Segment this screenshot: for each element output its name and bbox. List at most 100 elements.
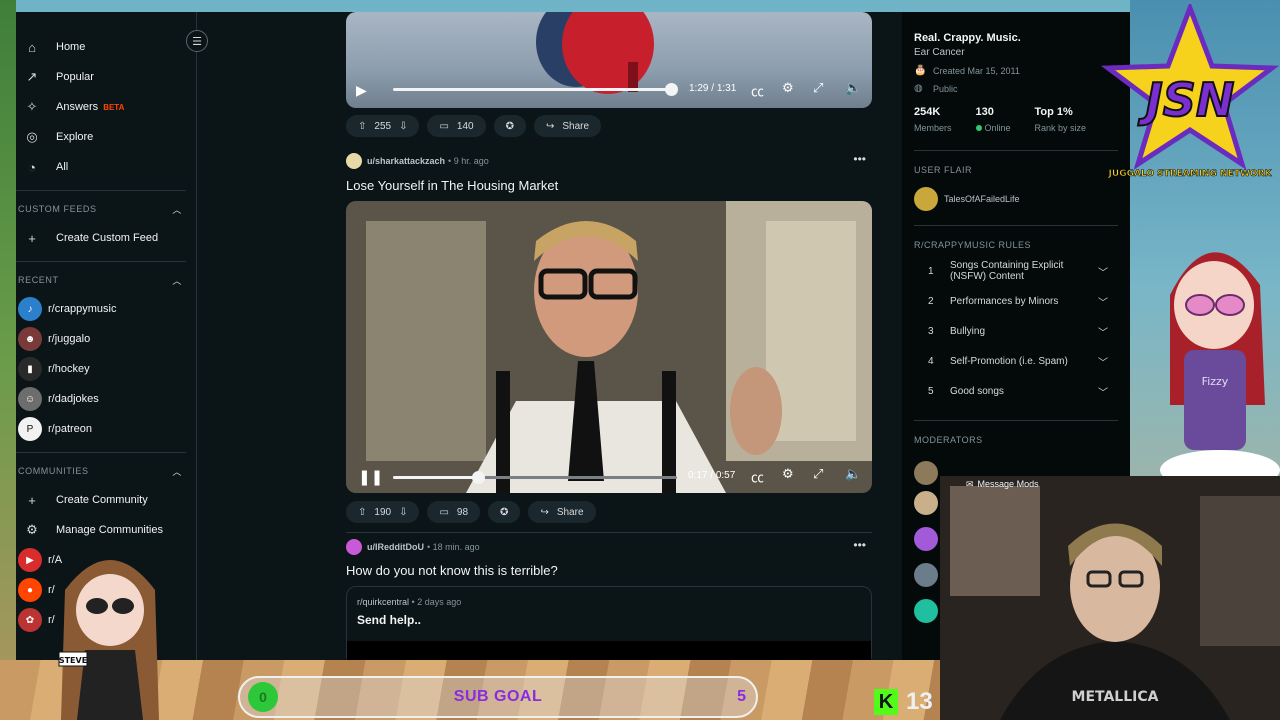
rule-item[interactable]: 4 Self-Promotion (i.e. Spam) ﹀ [914, 346, 1118, 376]
user-avatar[interactable] [346, 539, 362, 555]
crosspost-meta: r/quirkcentral • 2 days ago [357, 597, 462, 607]
gear-icon[interactable]: ⚙ [782, 466, 794, 482]
post2-time-current: 0:17 [688, 470, 708, 481]
post2-share-button[interactable]: ↪ Share [528, 501, 596, 523]
rule-number: 3 [928, 325, 934, 337]
play-icon[interactable]: ▶ [356, 82, 374, 99]
create-custom-feed[interactable]: + Create Custom Feed [16, 223, 196, 253]
pause-icon[interactable]: ❚❚ [358, 468, 383, 486]
nav-all[interactable]: ◔ All [16, 152, 196, 182]
juggalo-avatar-icon: ☻ [18, 327, 42, 351]
nav-answers[interactable]: ✧ Answers BETA [16, 92, 196, 122]
downvote-icon[interactable]: ⇩ [399, 121, 407, 132]
stat-online: 130 Online [975, 106, 1011, 136]
moderator-avatar[interactable] [914, 563, 938, 587]
post2-title[interactable]: Lose Yourself in The Housing Market [346, 178, 558, 193]
chevron-down-icon: ﹀ [1098, 387, 1108, 399]
post1-actions: ⇧ 255 ⇩ ▭ 140 ✪ ↪ Share [346, 113, 609, 139]
patreon-avatar-icon: P [18, 417, 42, 441]
rule-number: 1 [928, 265, 934, 277]
recent-patreon[interactable]: P r/patreon [16, 414, 196, 444]
moderator-avatar[interactable] [914, 461, 938, 485]
post1-comment-count: 140 [456, 120, 474, 132]
post1-share-button[interactable]: ↪ Share [534, 115, 602, 137]
manage-communities-label: Manage Communities [56, 524, 163, 536]
volume-icon[interactable]: 🔈 [845, 466, 861, 482]
sub-goal-bar: 0 SUB GOAL 5 [238, 676, 758, 718]
home-icon: ⌂ [28, 39, 36, 55]
volume-icon[interactable]: 🔈 [845, 80, 861, 96]
flair-name: TalesOfAFailedLife [944, 194, 1020, 204]
post1-video[interactable]: ▶ 1:29 / 1:31 ㏄ ⚙ ⤢ 🔈 [346, 12, 872, 108]
crosspost-age: 2 days ago [417, 597, 462, 607]
crosspost-subreddit[interactable]: r/quirkcentral [357, 597, 409, 607]
user-flair[interactable]: TalesOfAFailedLife [914, 187, 1118, 211]
chevron-up-icon: ︿ [172, 204, 182, 215]
captions-icon[interactable]: ㏄ [751, 81, 764, 100]
post3-crosspost[interactable]: r/quirkcentral • 2 days ago Send help.. [346, 586, 872, 660]
moderator-avatar[interactable] [914, 527, 938, 551]
recent-hockey[interactable]: ▮ r/hockey [16, 354, 196, 384]
nav-popular[interactable]: ↗ Popular [16, 62, 196, 92]
nav-home[interactable]: ⌂ Home [16, 32, 196, 62]
post2-award-button[interactable]: ✪ [488, 501, 521, 523]
create-community[interactable]: + Create Community [16, 485, 196, 515]
recent-item-label: r/dadjokes [48, 393, 99, 405]
post2-video[interactable]: ❚❚ 0:17 / 0:57 ㏄ ⚙ ⤢ 🔈 [346, 201, 872, 493]
custom-feeds-header[interactable]: CUSTOM FEEDS ︿ [16, 195, 196, 223]
rule-item[interactable]: 5 Good songs ﹀ [914, 376, 1118, 406]
moderator-avatar[interactable] [914, 599, 938, 623]
more-options-icon[interactable]: ••• [853, 538, 866, 552]
divider [914, 225, 1118, 226]
post2-seek-bar[interactable] [393, 471, 677, 484]
post3-username[interactable]: u/IRedditDoU [367, 542, 424, 552]
upvote-icon[interactable]: ⇧ [358, 121, 366, 132]
downvote-icon[interactable]: ⇩ [399, 507, 407, 518]
post3-age: 18 min. ago [432, 542, 480, 552]
collapse-menu-button[interactable]: ☰ [186, 30, 208, 52]
stat-rank[interactable]: Top 1% Rank by size [1035, 106, 1087, 136]
share-icon: ↪ [540, 506, 549, 518]
recent-dadjokes[interactable]: ☺ r/dadjokes [16, 384, 196, 414]
comment-icon: ▭ [439, 506, 449, 518]
crosspost-media [347, 641, 871, 660]
divider [914, 150, 1118, 151]
chevron-down-icon: ﹀ [1098, 327, 1108, 339]
rule-number: 4 [928, 355, 934, 367]
rule-item[interactable]: 1 Songs Containing Explicit (NSFW) Conten… [914, 256, 1118, 286]
rule-item[interactable]: 3 Bullying ﹀ [914, 316, 1118, 346]
left-char-tag: STEVE [59, 656, 87, 665]
gear-icon[interactable]: ⚙ [782, 80, 794, 96]
post3-title[interactable]: How do you not know this is terrible? [346, 563, 558, 578]
post1-score: 255 [374, 120, 392, 132]
post2-age: 9 hr. ago [453, 156, 489, 166]
user-avatar[interactable] [346, 153, 362, 169]
captions-icon[interactable]: ㏄ [751, 467, 764, 486]
rules-header: R/CRAPPYMUSIC RULES [914, 240, 1032, 250]
post1-comments-button[interactable]: ▭ 140 [427, 115, 486, 137]
post2-username[interactable]: u/sharkattackzach [367, 156, 445, 166]
recent-juggalo[interactable]: ☻ r/juggalo [16, 324, 196, 354]
fullscreen-icon[interactable]: ⤢ [813, 466, 823, 482]
upvote-icon[interactable]: ⇧ [358, 507, 366, 518]
nav-popular-label: Popular [56, 71, 94, 83]
more-options-icon[interactable]: ••• [853, 152, 866, 166]
kick-follower-counter: K 13 [874, 688, 933, 716]
moderator-avatar[interactable] [914, 491, 938, 515]
rule-item[interactable]: 2 Performances by Minors ﹀ [914, 286, 1118, 316]
communities-header[interactable]: COMMUNITIES ︿ [16, 457, 196, 485]
nav-explore[interactable]: ◎ Explore [16, 122, 196, 152]
post2-comments-button[interactable]: ▭ 98 [427, 501, 481, 523]
recent-crappymusic[interactable]: ♪ r/crappymusic [16, 294, 196, 324]
recent-header[interactable]: RECENT ︿ [16, 266, 196, 294]
message-mods-button[interactable]: ✉ Message Mods [966, 477, 1076, 491]
fullscreen-icon[interactable]: ⤢ [813, 80, 823, 96]
avatar-character-left: STEVE [58, 560, 159, 720]
post1-seek-bar[interactable] [393, 83, 679, 96]
crosspost-title[interactable]: Send help.. [357, 613, 861, 627]
post1-award-button[interactable]: ✪ [493, 115, 526, 137]
share-icon: ↪ [546, 120, 555, 132]
feed: ▶ 1:29 / 1:31 ㏄ ⚙ ⤢ 🔈 ⇧ 255 ⇩ ▭ 140 ✪ ↪ … [346, 12, 872, 660]
kick-logo-icon: K [874, 689, 898, 715]
rule-number: 5 [928, 385, 934, 397]
